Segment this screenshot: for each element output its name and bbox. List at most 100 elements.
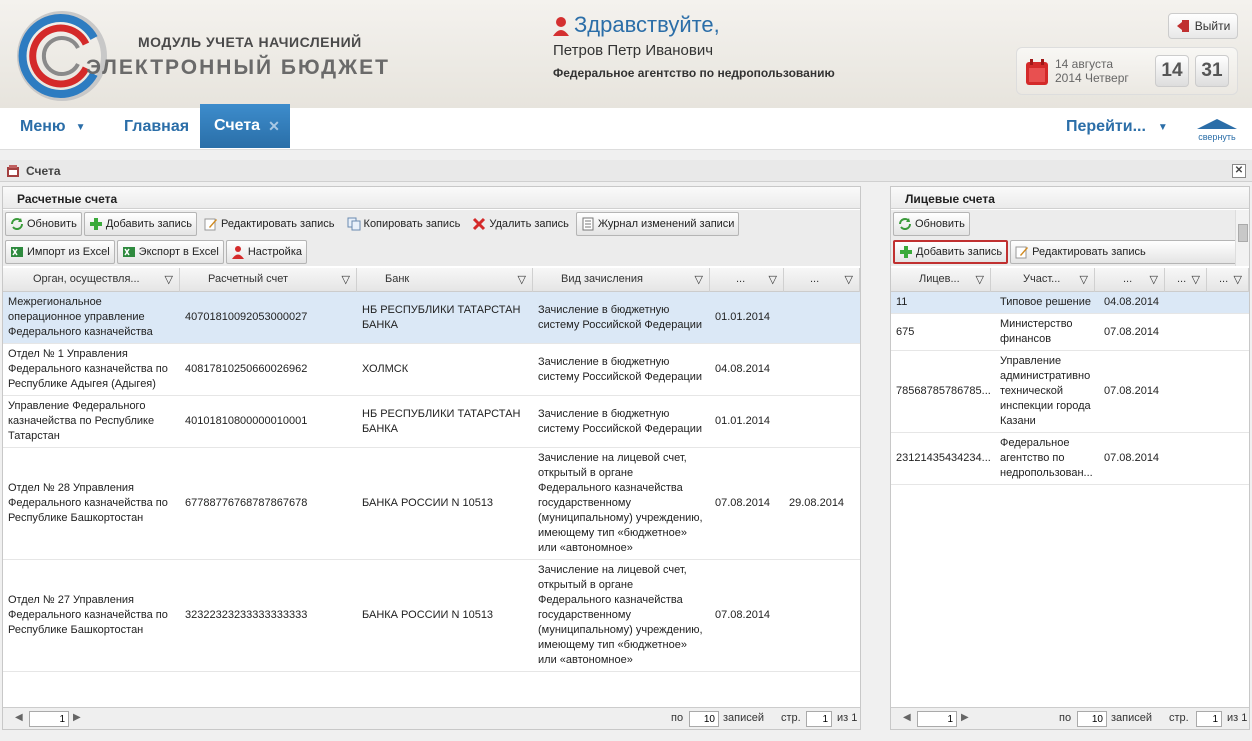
column-header[interactable]: ... ▽ (1095, 268, 1165, 292)
main-nav: Меню ▼ Главная Счета ✕ Перейти... ▼ свер… (0, 104, 1252, 150)
goto-button[interactable]: Перейти... ▼ (1066, 108, 1168, 146)
toolbar-primary: Обновить Добавить запись Редактировать з… (3, 210, 860, 238)
toolbar-scrollbar[interactable] (1235, 210, 1249, 266)
import-excel-label: Импорт из Excel (27, 246, 110, 258)
refresh-button[interactable]: Обновить (893, 212, 970, 236)
copy-record-button[interactable]: Копировать запись (342, 212, 466, 236)
menu-label: Меню (20, 118, 66, 135)
refresh-label: Обновить (27, 218, 77, 230)
column-header[interactable]: Расчетный счет ▽ (180, 268, 357, 292)
settings-button[interactable]: Настройка (225, 240, 307, 264)
plus-icon (89, 218, 102, 230)
table-row[interactable]: Отдел № 27 Управления Федерального казна… (3, 560, 860, 672)
prev-page-icon[interactable]: ◀ (15, 712, 23, 723)
chevron-down-icon: ▼ (1157, 121, 1168, 133)
filter-icon[interactable]: ▽ (165, 273, 173, 286)
column-header[interactable]: Банк ▽ (357, 268, 533, 292)
table-row[interactable]: 78568785786785... Управление администрат… (891, 351, 1249, 433)
page-number-input[interactable] (1196, 711, 1222, 727)
table-header: Лицев... ▽ Участ... ▽ ... ▽ ... ▽ ... ▽ (891, 268, 1249, 292)
filter-icon[interactable]: ▽ (1150, 273, 1158, 286)
cell-participant: Управление административно технической и… (1000, 355, 1091, 427)
column-header[interactable]: ... ▽ (784, 268, 860, 292)
plus-icon (900, 246, 912, 258)
table-row[interactable]: Управление Федерального казначейства по … (3, 396, 860, 448)
cell-account: 40101810800000010001 (185, 415, 308, 427)
edit-record-label: Редактировать запись (220, 218, 335, 230)
column-header[interactable]: Лицев... ▽ (891, 268, 991, 292)
add-record-button[interactable]: Добавить запись (83, 212, 197, 236)
time-hours: 14 (1155, 55, 1189, 87)
scroll-thumb[interactable] (1238, 224, 1248, 242)
delete-record-button[interactable]: Удалить запись (467, 212, 574, 236)
copy-icon (347, 217, 361, 231)
add-record-button[interactable]: Добавить запись (893, 240, 1009, 264)
cell-account: 675 (896, 325, 915, 338)
filter-icon[interactable]: ▽ (1234, 273, 1242, 286)
close-tab-icon[interactable]: ✕ (268, 118, 280, 135)
date-line1: 14 августа (1055, 57, 1114, 71)
filter-icon[interactable]: ▽ (769, 273, 777, 286)
per-page-input[interactable] (689, 711, 719, 727)
filter-icon[interactable]: ▽ (1080, 273, 1088, 286)
table-row[interactable]: Отдел № 28 Управления Федерального казна… (3, 448, 860, 560)
change-log-button[interactable]: Журнал изменений записи (575, 212, 740, 236)
table-row[interactable]: 11 Типовое решение 04.08.2014 (891, 292, 1249, 314)
filter-icon[interactable]: ▽ (695, 273, 703, 286)
cell-date-to: 29.08.2014 (789, 497, 845, 509)
tab-home[interactable]: Главная (124, 108, 189, 146)
refresh-button[interactable]: Обновить (5, 212, 82, 236)
page-label: стр. (1169, 712, 1189, 724)
filter-icon[interactable]: ▽ (518, 273, 526, 286)
next-page-icon[interactable]: ▶ (961, 712, 969, 723)
column-header[interactable]: Вид зачисления ▽ (533, 268, 710, 292)
logout-button[interactable]: Выйти (1168, 13, 1238, 39)
column-header[interactable]: Орган, осуществля... ▽ (3, 268, 180, 292)
page-number-input[interactable] (806, 711, 832, 727)
column-header[interactable]: Участ... ▽ (991, 268, 1095, 292)
table-row[interactable]: 23121435434234... Федеральное агентство … (891, 433, 1249, 485)
column-header[interactable]: ... ▽ (1207, 268, 1249, 292)
tab-accounts[interactable]: Счета ✕ (200, 104, 290, 148)
close-page-icon[interactable]: ✕ (1232, 164, 1246, 178)
cell-type: Зачисление в бюджетную систему Российско… (538, 407, 703, 435)
user-name: Петров Петр Иванович (553, 42, 714, 59)
tab-accounts-label: Счета (214, 117, 261, 134)
logout-label: Выйти (1194, 19, 1231, 33)
copy-record-label: Копировать запись (363, 218, 461, 230)
cell-date-from: 01.01.2014 (715, 311, 771, 323)
edit-icon (1015, 246, 1029, 259)
page-input[interactable] (29, 711, 69, 727)
edit-record-button[interactable]: Редактировать запись (199, 212, 340, 236)
collapse-button[interactable]: свернуть (1192, 118, 1242, 142)
cell-bank: НБ РЕСПУБЛИКИ ТАТАРСТАН БАНКА (362, 303, 521, 331)
menu-button[interactable]: Меню ▼ (20, 108, 85, 146)
table-row[interactable]: Отдел № 1 Управления Федерального казнач… (3, 344, 860, 396)
cell-date-from: 07.08.2014 (715, 609, 771, 621)
prev-page-icon[interactable]: ◀ (903, 712, 911, 723)
page-input[interactable] (917, 711, 957, 727)
user-settings-icon (231, 246, 244, 259)
column-header[interactable]: ... ▽ (1165, 268, 1207, 292)
cell-date-from: 01.01.2014 (715, 415, 771, 427)
next-page-icon[interactable]: ▶ (73, 712, 81, 723)
cell-account: 11 (896, 296, 908, 308)
table-row[interactable]: Межрегиональное операционное управление … (3, 292, 860, 344)
filter-icon[interactable]: ▽ (845, 273, 853, 286)
filter-icon[interactable]: ▽ (976, 273, 984, 286)
import-excel-button[interactable]: Импорт из Excel (5, 240, 115, 264)
cell-organ: Управление Федерального казначейства по … (8, 400, 155, 442)
filter-icon[interactable]: ▽ (342, 273, 350, 286)
table-row[interactable]: 675 Министерство финансов 07.08.2014 (891, 314, 1249, 351)
delete-record-label: Удалить запись (489, 218, 569, 230)
column-header[interactable]: ... ▽ (710, 268, 784, 292)
edit-record-button[interactable]: Редактировать запись (1010, 240, 1237, 264)
filter-icon[interactable]: ▽ (1192, 273, 1200, 286)
export-excel-button[interactable]: Экспорт в Excel (116, 240, 224, 264)
excel-export-icon (122, 247, 135, 257)
cell-bank: БАНКА РОССИИ N 10513 (362, 609, 494, 621)
cell-bank: ХОЛМСК (362, 363, 409, 375)
per-page-input[interactable] (1077, 711, 1107, 727)
per-page-prefix: по (671, 712, 684, 724)
edit-icon (204, 218, 217, 231)
